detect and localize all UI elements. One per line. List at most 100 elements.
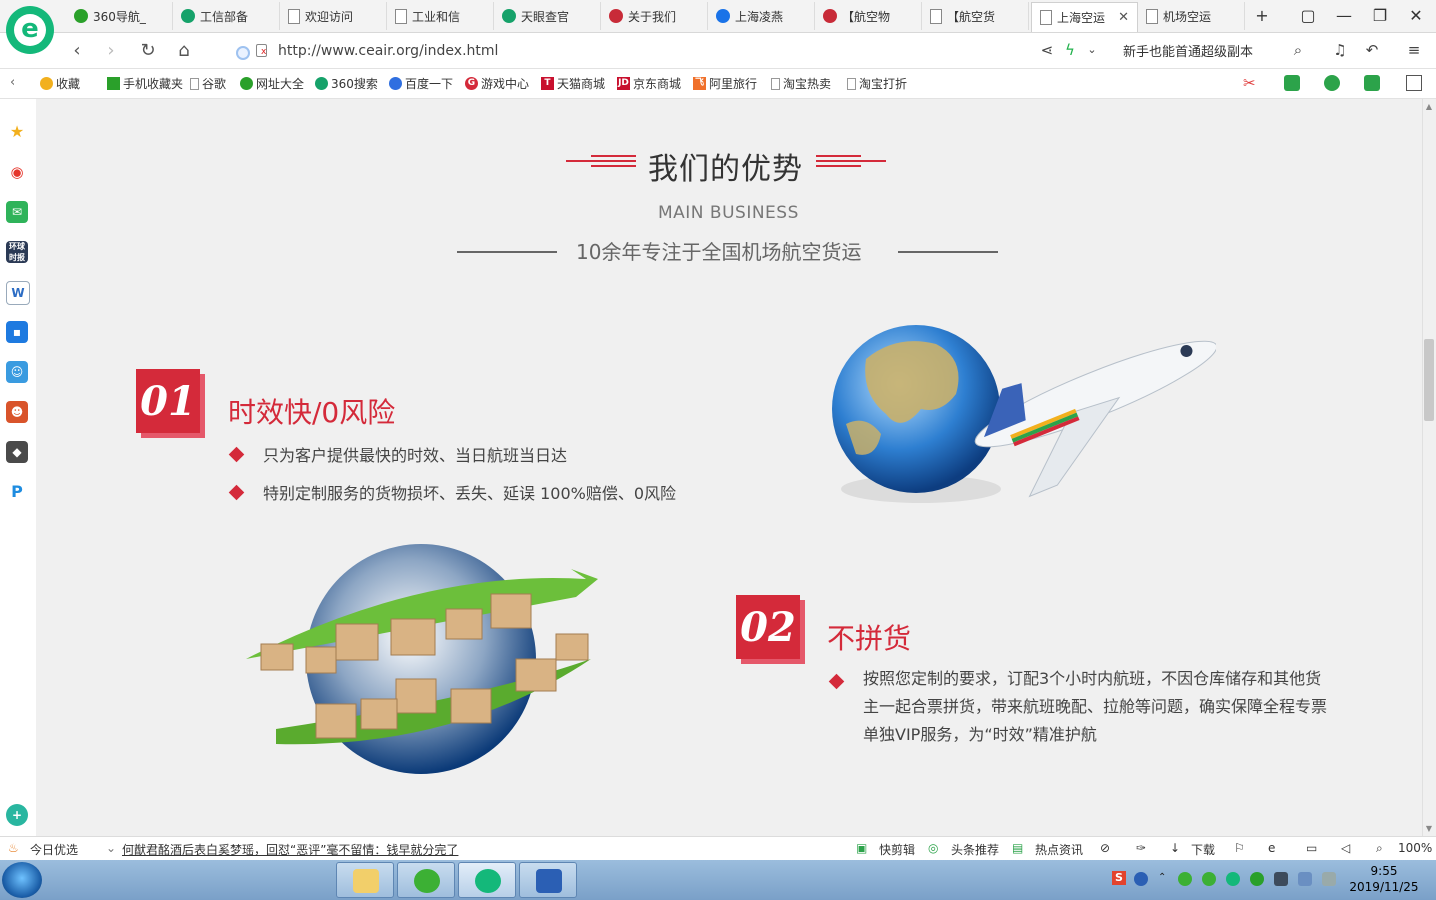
forward-icon[interactable]: › [98,38,124,64]
volume-tray-icon[interactable] [1322,872,1336,886]
download-icon[interactable]: ↓ [1170,841,1180,855]
news-ticker-link[interactable]: 何猷君酩酒后表白奚梦瑶，回怼“恶评”毫不留情：钱早就分完了 [122,841,458,858]
translate-icon[interactable] [1284,75,1300,91]
kuaijianji-icon[interactable]: ▣ [856,841,867,855]
scissors-icon[interactable]: ✂ [1243,75,1259,91]
taskbar-word[interactable] [519,862,577,898]
ie-mode-icon[interactable]: e [1268,841,1275,855]
chevron-down-icon[interactable]: ⌄ [106,841,116,855]
address-ad-text[interactable]: 新手也能首通超级副本 [1123,41,1253,60]
bookmark-item[interactable]: T 天猫商城 [541,75,605,92]
tab[interactable]: 【航空货 [922,2,1029,30]
today-pick[interactable]: 今日优选 [30,841,78,858]
bookmark-item[interactable]: 网址大全 [240,75,304,92]
browser-tray-icon[interactable] [1226,872,1240,886]
network-tray-icon[interactable] [1298,872,1312,886]
taskbar-browser[interactable] [458,862,516,898]
scroll-up-icon[interactable]: ▲ [1424,102,1434,111]
bookmark-item[interactable]: 谷歌 [190,75,226,92]
chevron-down-icon[interactable]: ⌄ [1082,40,1102,60]
bookmark-item[interactable]: 360搜索 [315,75,378,92]
tab[interactable]: 工信部备 [173,2,280,30]
scrollbar[interactable] [1422,99,1436,836]
favorites-star-icon[interactable]: ★ [6,121,28,143]
maximize-button[interactable]: ❐ [1362,0,1398,32]
mail-icon[interactable]: ✉ [6,201,28,223]
tab[interactable]: 关于我们 [601,2,708,30]
toutiao-link[interactable]: 头条推荐 [951,841,999,858]
bookmark-item[interactable]: 淘宝打折 [847,75,907,92]
share-icon[interactable]: ⋖ [1037,40,1057,60]
tab[interactable]: 【航空物 [815,2,922,30]
zoom-level[interactable]: 100% [1398,841,1432,855]
tray-expand-icon[interactable]: ⌃ [1158,872,1166,886]
search-icon[interactable]: ⌕ [1288,40,1308,60]
tab[interactable]: 天眼查官 [494,2,601,30]
browser-logo[interactable]: e [6,6,54,54]
clock[interactable]: 9:55 2019/11/25 [1344,863,1424,895]
ime-icon[interactable]: S [1112,871,1126,885]
scroll-down-icon[interactable]: ▼ [1424,824,1434,833]
tab[interactable]: 机场空运 [1138,2,1245,30]
volume-icon[interactable]: ◁ [1341,841,1350,855]
close-window-button[interactable]: ✕ [1398,0,1434,32]
hot-news-link[interactable]: 热点资讯 [1035,841,1083,858]
add-app-icon[interactable]: + [6,804,28,826]
bookmark-item[interactable]: 百度一下 [389,75,453,92]
new-tab-button[interactable]: + [1244,0,1280,32]
flag-icon[interactable]: ⚐ [1234,841,1245,855]
bookmark-item[interactable]: 手机收藏夹 [107,75,183,92]
back-icon[interactable]: ‹ [64,38,90,64]
toutiao-icon[interactable]: ◎ [928,841,938,855]
tab[interactable]: 上海空运 ✕ [1031,2,1138,32]
tab[interactable]: 360导航_ [66,2,173,30]
start-button[interactable] [2,862,42,898]
game-app-icon[interactable]: ☺ [6,361,28,383]
gamepad-icon[interactable] [1364,75,1380,91]
menu-icon[interactable]: ≡ [1404,40,1424,60]
wechat-tray-icon[interactable] [1178,872,1192,886]
headphone-icon[interactable]: ♫ [1330,40,1350,60]
today-pick-icon[interactable]: ♨ [8,841,19,855]
tab-close-icon[interactable]: ✕ [1118,10,1129,25]
restore-tabs-icon[interactable]: ▢ [1290,0,1326,32]
security-tray-icon[interactable] [1250,872,1264,886]
weibo-icon[interactable]: ◉ [6,161,28,183]
refresh-icon[interactable]: ↻ [135,38,161,64]
taskbar-wechat[interactable] [397,862,455,898]
money-icon[interactable] [1324,75,1340,91]
bookmark-item[interactable]: JD 京东商城 [617,75,681,92]
insecure-lock-icon[interactable]: x [256,44,267,57]
window-icon[interactable]: ▭ [1306,841,1317,855]
apps-grid-icon[interactable] [1406,75,1422,91]
game2-app-icon[interactable]: ☻ [6,401,28,423]
wechat2-tray-icon[interactable] [1202,872,1216,886]
bookmark-item[interactable]: G 游戏中心 [465,75,529,92]
bookmark-item[interactable]: 收藏 [40,75,80,92]
home-icon[interactable]: ⌂ [171,38,197,64]
download-link[interactable]: 下载 [1191,841,1215,858]
collapse-sidebar-icon[interactable]: ‹ [10,75,15,90]
zoom-icon[interactable]: ⌕ [1376,841,1383,856]
bookmark-item[interactable]: 飞阿里旅行 [693,75,757,92]
tab[interactable]: 工业和信 [387,2,494,30]
undo-icon[interactable]: ↶ [1362,40,1382,60]
help-icon[interactable] [1134,872,1148,886]
news-app-icon[interactable]: 环球 时报 [6,241,28,263]
bookmark-item[interactable]: 淘宝热卖 [771,75,831,92]
pin-icon[interactable]: ✑ [1136,841,1146,855]
minimize-button[interactable]: — [1326,0,1362,32]
word-doc-icon[interactable]: W [6,281,30,305]
tab[interactable]: 欢迎访问 [280,2,387,30]
p-app-icon[interactable]: P [6,481,28,503]
kuaijianji-link[interactable]: 快剪辑 [879,841,915,858]
compass-icon[interactable]: ⊘ [1100,841,1110,855]
scrollbar-thumb[interactable] [1424,339,1434,421]
speed-mode-icon[interactable]: ϟ [1060,40,1080,60]
url-input[interactable]: x http://www.ceair.org/index.html [232,39,1022,63]
game3-app-icon[interactable]: ◆ [6,441,28,463]
chat-app-icon[interactable]: ▪ [6,321,28,343]
taskbar-explorer[interactable] [336,862,394,898]
hot-news-icon[interactable]: ▤ [1012,841,1023,855]
tab[interactable]: 上海凌燕 [708,2,815,30]
